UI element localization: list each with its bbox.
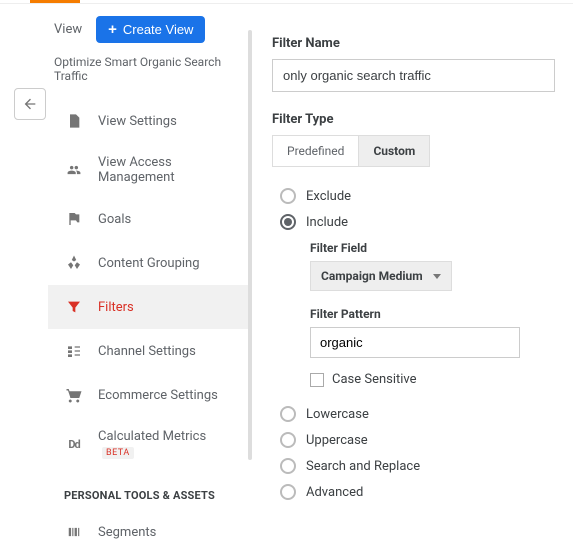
tab-predefined[interactable]: Predefined: [272, 135, 358, 167]
sidebar-item-view-settings[interactable]: View Settings: [48, 99, 248, 143]
sidebar-item-label: Filters: [98, 300, 134, 315]
grouping-icon: [64, 253, 84, 273]
sidebar-item-label: Segments: [98, 525, 156, 540]
beta-badge: BETA: [102, 447, 134, 459]
filter-name-input[interactable]: [272, 59, 555, 92]
people-icon: [64, 160, 84, 180]
sidebar-item-filters[interactable]: Filters: [48, 285, 248, 329]
document-icon: [64, 111, 84, 131]
case-sensitive-checkbox[interactable]: [310, 373, 324, 387]
divider: [248, 30, 252, 460]
radio-icon: [280, 484, 296, 500]
filter-type-label: Filter Type: [272, 112, 555, 127]
sidebar-item-label: View Settings: [98, 114, 177, 129]
radio-icon: [280, 406, 296, 422]
sidebar-item-goals[interactable]: Goals: [48, 197, 248, 241]
create-view-button[interactable]: + Create View: [96, 16, 205, 43]
filter-field-label: Filter Field: [310, 241, 555, 255]
sidebar-item-content-grouping[interactable]: Content Grouping: [48, 241, 248, 285]
sidebar-item-label: Ecommerce Settings: [98, 388, 218, 403]
chevron-down-icon: [433, 274, 441, 279]
radio-icon: [280, 458, 296, 474]
radio-icon: [280, 214, 296, 230]
filter-icon: [64, 297, 84, 317]
section-personal-tools: PERSONAL TOOLS & ASSETS: [48, 471, 248, 510]
case-sensitive-label: Case Sensitive: [332, 372, 417, 387]
radio-label: Search and Replace: [306, 459, 420, 474]
radio-advanced[interactable]: Advanced: [272, 479, 555, 500]
radio-label: Include: [306, 215, 348, 230]
sidebar-item-channel-settings[interactable]: Channel Settings: [48, 329, 248, 373]
filter-pattern-label: Filter Pattern: [310, 307, 555, 321]
cart-icon: [64, 385, 84, 405]
radio-label: Exclude: [306, 189, 351, 204]
radio-label: Advanced: [306, 485, 363, 500]
sidebar-item-calc-metrics[interactable]: Dd Calculated MetricsBETA: [48, 417, 248, 471]
tab-custom[interactable]: Custom: [358, 135, 430, 167]
radio-label: Lowercase: [306, 407, 369, 422]
radio-exclude[interactable]: Exclude: [272, 183, 555, 209]
flag-icon: [64, 209, 84, 229]
radio-icon: [280, 432, 296, 448]
segments-icon: [64, 522, 84, 542]
view-label: View: [54, 22, 82, 37]
radio-uppercase[interactable]: Uppercase: [272, 427, 555, 453]
sidebar-item-access-management[interactable]: View Access Management: [48, 143, 248, 197]
filter-field-dropdown[interactable]: Campaign Medium: [310, 261, 452, 291]
sidebar-item-label: Content Grouping: [98, 256, 200, 271]
sidebar-item-label: Goals: [98, 212, 131, 227]
sidebar-item-label: Channel Settings: [98, 344, 196, 359]
create-view-label: Create View: [123, 22, 194, 37]
view-subtitle: Optimize Smart Organic Search Traffic: [48, 53, 248, 93]
sidebar-item-label: View Access Management: [98, 155, 238, 185]
sidebar-item-label: Calculated MetricsBETA: [98, 429, 238, 459]
sidebar-item-ecommerce[interactable]: Ecommerce Settings: [48, 373, 248, 417]
radio-label: Uppercase: [306, 433, 368, 448]
radio-lowercase[interactable]: Lowercase: [272, 401, 555, 427]
filter-pattern-input[interactable]: [310, 327, 520, 358]
radio-icon: [280, 188, 296, 204]
radio-include[interactable]: Include: [272, 209, 555, 235]
calc-icon: Dd: [64, 434, 84, 454]
dropdown-value: Campaign Medium: [321, 269, 423, 283]
filter-name-label: Filter Name: [272, 36, 555, 51]
channel-icon: [64, 341, 84, 361]
plus-icon: +: [108, 22, 117, 37]
radio-search-replace[interactable]: Search and Replace: [272, 453, 555, 479]
sidebar-item-segments[interactable]: Segments: [48, 510, 248, 554]
